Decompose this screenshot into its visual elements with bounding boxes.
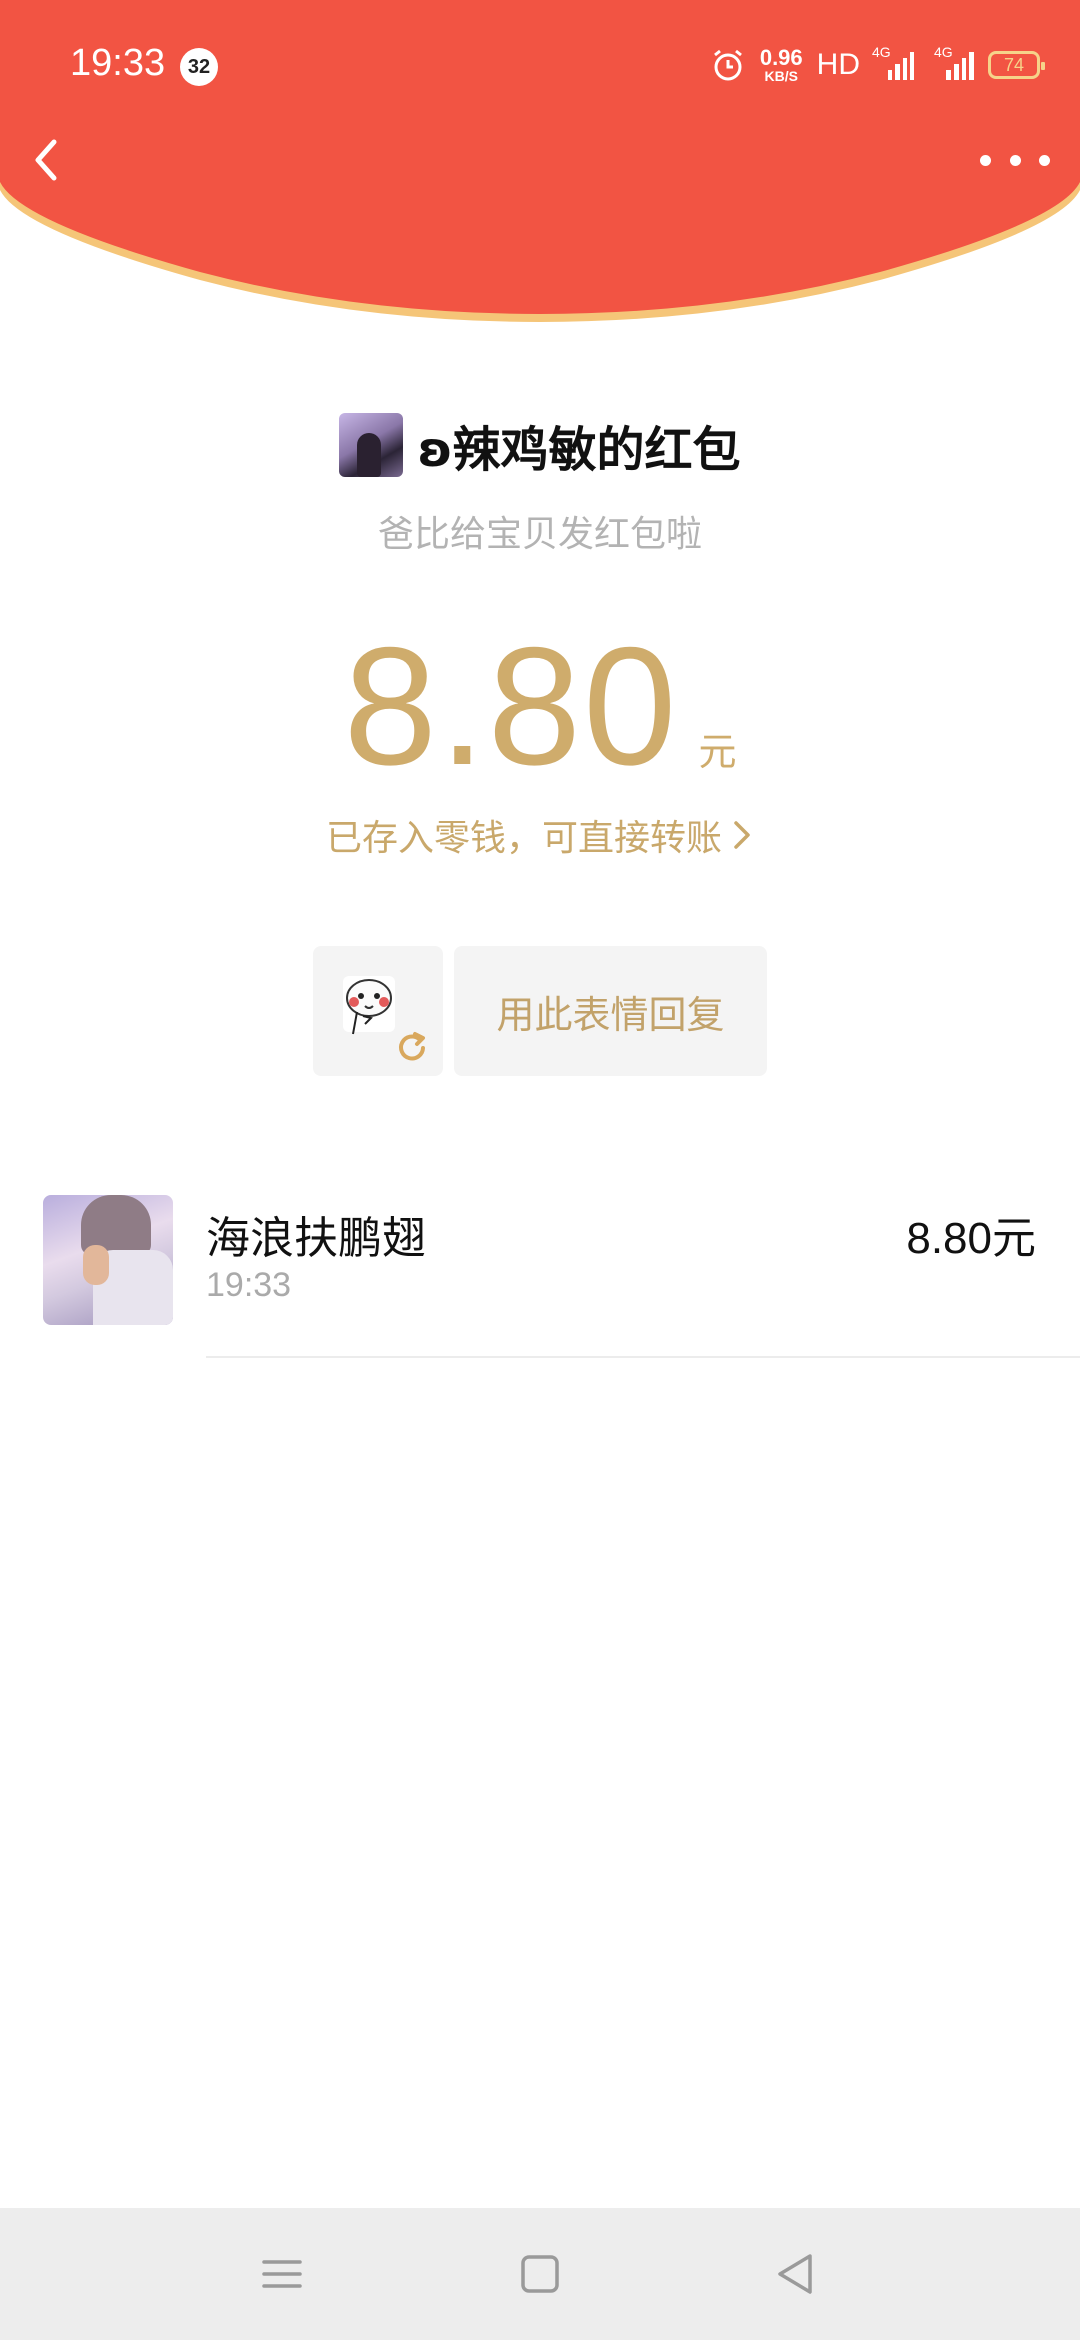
status-right-cluster: 0.96 KB/S HD 4G 4G 74: [710, 40, 1045, 90]
divider: [206, 1356, 1080, 1358]
more-dot: [1009, 154, 1021, 166]
home-icon: [521, 2255, 559, 2293]
sender-row: ʚ辣鸡敏的红包: [0, 410, 1080, 480]
notification-badge: 32: [180, 48, 218, 86]
battery-level: 74: [1003, 54, 1025, 75]
signal-icon: 4G: [928, 44, 974, 80]
back-button[interactable]: [20, 130, 80, 190]
network-speed: 0.96 KB/S: [759, 45, 803, 84]
battery-icon: 74: [988, 51, 1045, 79]
signal-1-label: 4G: [872, 44, 891, 60]
menu-icon: [262, 2260, 302, 2288]
system-nav-bar: [0, 2208, 1080, 2340]
receiver-name: 海浪扶鹏翅: [206, 1213, 426, 1264]
nav-home-button[interactable]: [510, 2244, 570, 2304]
signal-2-label: 4G: [934, 44, 953, 60]
amount-row: 8.80 元: [0, 620, 1080, 790]
chevron-left-icon: [35, 139, 57, 181]
status-bar: 19:33 32 0.96 KB/S HD 4G 4G 74: [0, 0, 1080, 130]
refresh-icon: [399, 1032, 425, 1061]
chevron-right-icon: [734, 821, 750, 849]
alarm-icon: [713, 49, 742, 81]
status-time: 19:33: [70, 42, 166, 84]
receiver-amount: 8.80元: [906, 1214, 1036, 1263]
nav-back-button[interactable]: [766, 2244, 826, 2304]
receiver-list-item[interactable]: 海浪扶鹏翅 19:33 8.80元: [0, 1190, 1080, 1358]
wallet-link[interactable]: 已存入零钱，可直接转账: [0, 810, 1080, 860]
signal-icon: 4G: [872, 44, 914, 80]
more-button[interactable]: [980, 140, 1050, 180]
amount-unit: 元: [698, 730, 737, 774]
blessing-text: 爸比给宝贝发红包啦: [377, 514, 702, 555]
sender-title: ʚ辣鸡敏的红包: [417, 422, 741, 478]
nav-menu-button[interactable]: [252, 2244, 312, 2304]
sender-avatar[interactable]: [339, 413, 404, 477]
more-dot: [980, 154, 991, 166]
hd-indicator: HD: [816, 48, 860, 81]
receiver-time: 19:33: [206, 1266, 292, 1304]
amount-value: 8.80: [343, 612, 679, 800]
back-icon: [778, 2254, 812, 2294]
wallet-link-label: 已存入零钱，可直接转账: [325, 818, 722, 859]
reply-with-emoji-button[interactable]: 用此表情回复: [454, 946, 767, 1076]
more-dot: [1039, 154, 1050, 166]
network-speed-value: 0.96: [759, 45, 803, 70]
network-speed-unit: KB/S: [764, 68, 798, 84]
receiver-avatar[interactable]: [43, 1195, 173, 1325]
emoji-sticker-button[interactable]: [313, 946, 443, 1076]
